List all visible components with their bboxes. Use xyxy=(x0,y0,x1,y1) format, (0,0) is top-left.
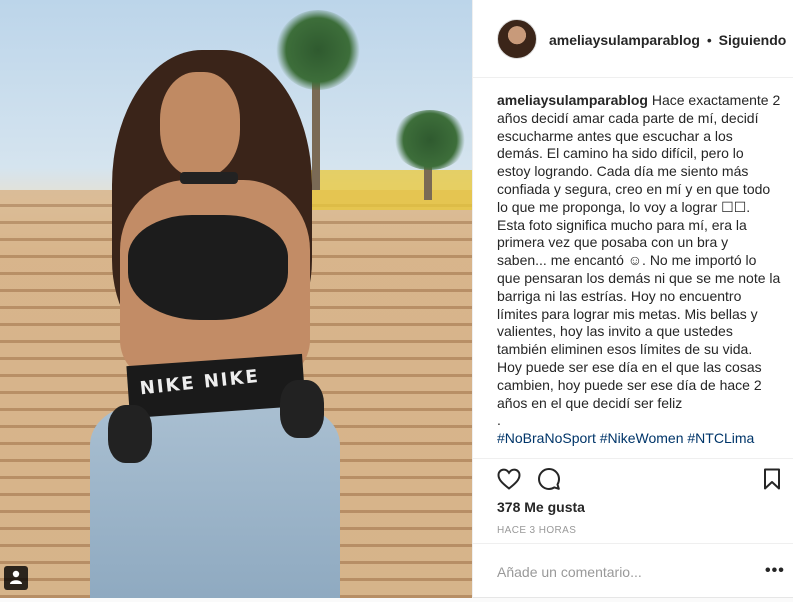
post-timestamp[interactable]: HACE 3 HORAS xyxy=(497,525,576,536)
heart-icon xyxy=(497,468,521,490)
caption-dot: . xyxy=(497,412,501,429)
like-button[interactable] xyxy=(495,465,523,493)
comment-section: ••• xyxy=(473,543,793,598)
instagram-post: NIKE NIKE ameliaysulamparablog • Siguien… xyxy=(0,0,793,598)
photo-wall xyxy=(300,170,472,210)
post-actions xyxy=(473,458,793,498)
save-button[interactable] xyxy=(758,465,786,493)
photo-person-face xyxy=(160,72,240,177)
header-username[interactable]: ameliaysulamparablog xyxy=(549,32,700,48)
photo-palm-head xyxy=(392,110,468,170)
header-text: ameliaysulamparablog • Siguiendo xyxy=(549,32,786,48)
post-caption: ameliaysulamparablog Hace exactamente 2 … xyxy=(497,92,781,448)
user-tag-icon[interactable] xyxy=(4,566,28,590)
caption-username[interactable]: ameliaysulamparablog xyxy=(497,92,648,108)
photo-palm-head xyxy=(276,10,360,90)
post-photo[interactable]: NIKE NIKE xyxy=(0,0,472,598)
caption-text: Hace exactamente 2 años decidí amar cada… xyxy=(497,92,781,411)
photo-right-glove xyxy=(280,380,324,438)
comment-button[interactable] xyxy=(535,465,563,493)
post-side-panel: ameliaysulamparablog • Siguiendo ameliay… xyxy=(472,0,793,598)
header-separator: • xyxy=(706,32,712,48)
avatar[interactable] xyxy=(497,19,537,59)
photo-choker xyxy=(180,172,238,184)
comment-icon xyxy=(538,468,560,490)
bookmark-icon xyxy=(764,468,780,490)
more-options-button[interactable]: ••• xyxy=(765,562,785,580)
user-tag-glyph xyxy=(10,570,22,584)
photo-left-glove xyxy=(108,405,152,463)
caption-hashtags[interactable]: #NoBraNoSport #NikeWomen #NTCLima xyxy=(497,430,754,446)
photo-sports-bra xyxy=(128,215,288,320)
follow-status-button[interactable]: Siguiendo xyxy=(719,32,787,48)
likes-count[interactable]: 378 Me gusta xyxy=(497,499,585,515)
post-header: ameliaysulamparablog • Siguiendo xyxy=(473,0,793,78)
comment-input[interactable] xyxy=(497,562,747,582)
